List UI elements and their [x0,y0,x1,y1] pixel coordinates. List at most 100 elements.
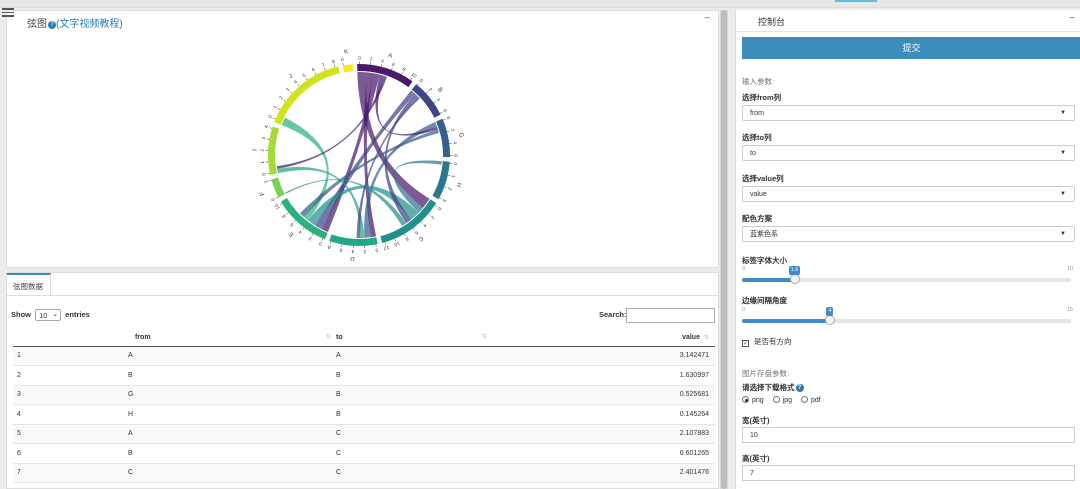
chord-tick-label: 8 [327,243,332,250]
chord-tick [391,67,393,71]
table-header-row: from ⇅ to ⇅ value ⇅ [13,329,715,347]
height-input[interactable]: 7 [742,465,1075,481]
chord-tick [275,196,279,199]
chord-tick [334,64,336,68]
table-row[interactable]: 3 G B 0.525681 [13,385,715,405]
gap-slider-handle[interactable] [824,315,835,325]
main-scrollbar[interactable] [720,10,728,489]
width-input[interactable]: 10 [742,427,1075,443]
hamburger-icon[interactable] [0,6,16,22]
format-label: 请选择下载格式? [742,382,804,393]
chord-tick [302,227,305,230]
chord-tick-label: 0 [267,114,274,119]
chord-tick-label: 0 [358,56,361,62]
gap-slider-min: 0 [742,307,746,313]
chord-tick-label: 3 [441,198,448,203]
chord-tick-label: 0 [375,246,379,252]
gap-angle-slider[interactable] [742,315,1071,325]
input-params-title: 输入参数: [742,77,775,86]
chord-tick-label: 0 [452,162,458,166]
caret-down-icon: ▼ [1060,150,1066,156]
chord-tick [290,91,293,94]
chord-tick-label: 10 [410,72,418,80]
chord-tick-label: 10 [393,240,401,248]
chord-group-label: E [288,230,295,237]
font-size-slider[interactable] [742,274,1071,284]
chord-tick-label: 2 [427,87,433,93]
gap-slider-value: 4 [826,307,834,316]
chord-tick [420,221,424,224]
chord-tick-label: 1 [450,174,457,178]
table-row[interactable]: 6 B C 0.601265 [13,443,715,464]
chord-group-label: K [344,49,349,55]
directed-checkbox[interactable]: ✓ 是否有方向 [742,336,792,347]
chord-tick-label: 6 [413,229,419,236]
chord-tick [444,186,447,188]
chord-tick [412,228,415,231]
header-value[interactable]: value ⇅ [491,329,715,347]
chord-tick [297,84,300,87]
entries-select[interactable]: 10 ⌄ [35,309,62,321]
header-index[interactable] [13,329,127,347]
table-row[interactable]: 1 A A 3.142471 [13,346,715,366]
chord-tick [293,220,296,223]
chord-tick-label: 1 [260,160,266,163]
chord-tick-label: 4 [293,79,299,85]
palette-select[interactable]: 蓝紫色系 ▼ [742,226,1075,242]
to-column-label: 选择to列 [742,133,772,142]
panel-header: 控制台 − [736,10,1080,32]
chart-collapse-button[interactable]: − [704,13,710,24]
radio-pdf[interactable] [800,396,808,403]
chord-tick-label: 2 [363,248,366,254]
radio-jpg[interactable] [772,396,780,403]
width-label: 宽(英寸) [742,416,770,425]
table-row[interactable]: 7 C C 2.401476 [13,463,715,483]
chord-tick-label: 2 [449,128,456,132]
table-row[interactable]: 4 H B 0.145264 [13,404,715,425]
chord-group-arc [274,66,340,125]
chord-tick-label: 1 [272,104,279,110]
table-row[interactable]: 2 B B 1.630997 [13,365,715,386]
chord-tick-label: 4 [435,97,442,103]
data-table-box: 弦图数据 Show 10 ⌄ entries Search: from ⇅ to ⇅ … [6,272,719,489]
header-from[interactable]: from ⇅ [127,329,335,347]
chord-tick-label: 6 [391,62,396,69]
header-to[interactable]: to ⇅ [335,329,491,347]
submit-button[interactable]: 提交 [742,37,1080,59]
chord-tick [403,233,406,237]
question-circle-icon[interactable]: ? [48,21,56,29]
chord-tick [269,127,273,129]
tab-divider [7,295,718,296]
chord-tick-label: 6 [452,154,458,157]
table-row[interactable]: 5 A C 2.107883 [13,424,715,444]
value-column-label: 选择value列 [742,174,784,183]
chord-tick [321,238,323,241]
chord-tick [417,83,420,86]
from-column-select[interactable]: from ▼ [742,105,1075,121]
chord-tick-label: 4 [351,248,354,254]
value-column-select[interactable]: value ▼ [742,186,1075,202]
chord-tick [286,212,289,215]
chord-group-arc [271,177,285,198]
chord-group-label: F [259,190,266,196]
scrollbar-thumb[interactable] [721,10,727,489]
tutorial-link[interactable]: (文字视频教程) [56,19,123,30]
chord-tick [439,111,443,114]
chord-chart-box: 弦图? (文字视频教程) − 0 2 4 6 8 10 A 0 2 4 6 B 0 2 4 6 G 0 1 2 3 H 0 2 4… [6,10,719,268]
chord-tick [433,101,436,104]
font-size-slider-handle[interactable] [789,274,800,284]
palette-label: 配色方案 [742,214,772,223]
chord-group-label: A [387,53,393,60]
check-icon[interactable]: ✓ [742,340,749,347]
chord-tick [380,64,382,67]
search-input[interactable] [626,308,715,323]
radio-png[interactable] [742,396,749,403]
chord-group-label: J [288,74,294,80]
sort-icon: ⇅ [325,334,331,340]
chord-tick-label: 2 [446,186,453,191]
chord-group-label: C [416,235,424,243]
panel-collapse-button[interactable]: − [1069,13,1075,24]
tab-chord-data[interactable]: 弦图数据 [7,273,51,295]
to-column-select[interactable]: to ▼ [742,145,1075,161]
question-circle-icon[interactable]: ? [795,384,804,392]
